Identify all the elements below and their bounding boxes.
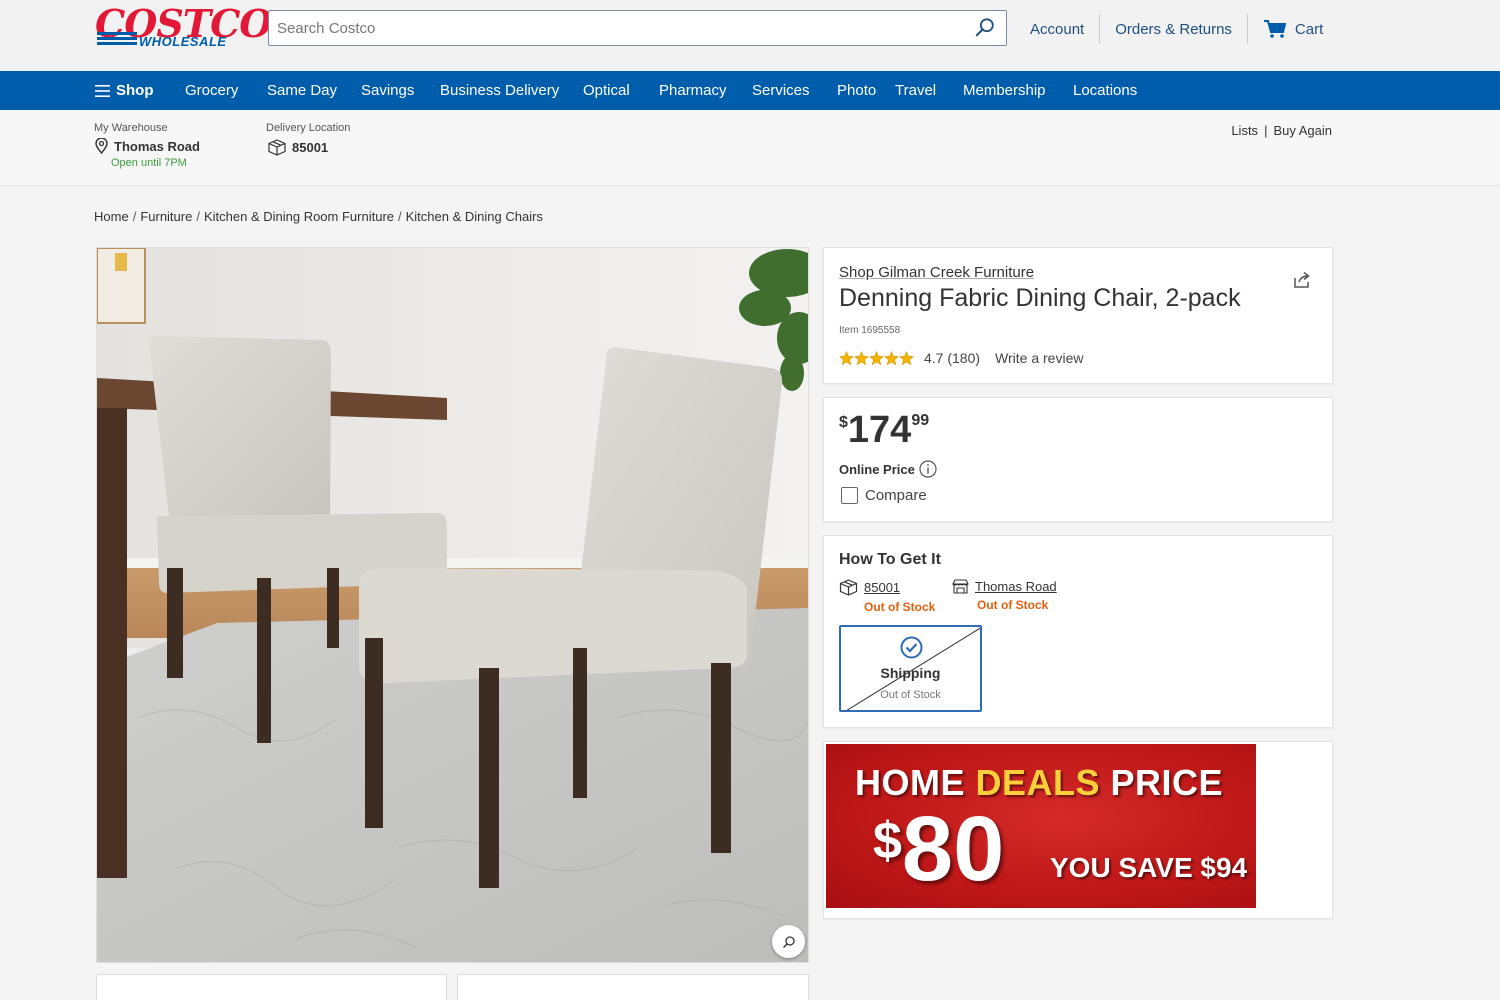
- product-rating[interactable]: 4.7 (180) Write a review: [839, 350, 1083, 366]
- account-link[interactable]: Account: [1030, 21, 1084, 38]
- cart-icon: [1263, 20, 1287, 38]
- breadcrumb-furniture[interactable]: Furniture: [140, 209, 192, 224]
- nav-item-membership[interactable]: Membership: [963, 82, 1046, 99]
- online-price-label: Online Price: [839, 460, 937, 478]
- warehouse-selector[interactable]: Thomas Road: [95, 138, 200, 154]
- breadcrumb-home[interactable]: Home: [94, 209, 129, 224]
- shipping-title: Shipping: [880, 665, 941, 681]
- promo-savings: YOU SAVE $94: [1050, 852, 1248, 883]
- warehouse-name: Thomas Road: [114, 138, 200, 154]
- box-icon: [839, 579, 858, 596]
- search-bar: [268, 10, 1007, 46]
- cart-label: Cart: [1294, 20, 1324, 38]
- stock-status: Out of Stock: [864, 600, 936, 614]
- share-icon[interactable]: [1292, 270, 1312, 290]
- fulfillment-heading: How To Get It: [839, 551, 941, 568]
- price-card: $ 174 99 Online Price Compare: [823, 397, 1333, 522]
- item-number: Item 1695558: [839, 325, 901, 336]
- dining-chairs-photo: [97, 248, 808, 962]
- compare-checkbox[interactable]: Compare: [841, 487, 927, 504]
- magnifier-icon: [782, 935, 795, 948]
- promo-price: $ 80: [873, 798, 1005, 900]
- header-links: Account Orders & Returns Cart: [1030, 14, 1323, 44]
- fulfillment-card: How To Get It 85001 Out of Stock Thomas …: [823, 535, 1333, 728]
- search-icon[interactable]: [974, 17, 996, 39]
- breadcrumb: Home / Furniture / Kitchen & Dining Room Fur…: [94, 209, 543, 224]
- breadcrumb-kitchen-dining-furniture[interactable]: Kitchen & Dining Room Furniture: [204, 209, 394, 224]
- divider: |: [1264, 123, 1268, 138]
- product-info-card: Shop Gilman Creek Furniture Denning Fabr…: [823, 247, 1333, 384]
- product-main-image[interactable]: [96, 247, 809, 963]
- divider: [1099, 14, 1101, 44]
- stock-status: Out of Stock: [977, 598, 1049, 612]
- delivery-zip: 85001: [292, 140, 329, 155]
- product-thumbnail[interactable]: [457, 974, 809, 1000]
- delivery-option[interactable]: 85001 Out of Stock: [839, 579, 935, 614]
- hamburger-icon: [95, 84, 110, 97]
- location-bar: My Warehouse Thomas Road Open until 7PM …: [0, 110, 1500, 186]
- warehouse-hours: Open until 7PM: [111, 157, 187, 169]
- orders-returns-link[interactable]: Orders & Returns: [1115, 21, 1232, 38]
- write-review-link[interactable]: Write a review: [995, 350, 1083, 366]
- cart-link[interactable]: Cart: [1263, 19, 1323, 39]
- costco-logo[interactable]: COSTCO WHOLESALE: [95, 1, 272, 49]
- warehouse-option[interactable]: Thomas Road Out of Stock: [952, 579, 1057, 612]
- breadcrumb-kitchen-dining-chairs[interactable]: Kitchen & Dining Chairs: [406, 209, 543, 224]
- nav-item-optical[interactable]: Optical: [583, 82, 630, 99]
- nav-item-travel[interactable]: Travel: [895, 82, 936, 99]
- nav-item-savings[interactable]: Savings: [361, 82, 414, 99]
- nav-item-same-day[interactable]: Same Day: [267, 82, 337, 99]
- search-input[interactable]: [277, 17, 967, 39]
- nav-item-locations[interactable]: Locations: [1073, 82, 1137, 99]
- promo-card: HOME DEALS PRICE $ 80 YOU SAVE $94: [823, 741, 1333, 919]
- warehouse-link[interactable]: Thomas Road: [975, 579, 1057, 594]
- compare-label: Compare: [865, 487, 927, 504]
- buy-again-link[interactable]: Buy Again: [1273, 123, 1332, 138]
- location-pin-icon: [95, 138, 108, 154]
- nav-item-photo[interactable]: Photo: [837, 82, 876, 99]
- nav-item-grocery[interactable]: Grocery: [185, 82, 238, 99]
- shipping-status: Out of Stock: [880, 689, 941, 701]
- delivery-label: Delivery Location: [266, 122, 351, 134]
- warehouse-label: My Warehouse: [94, 122, 168, 134]
- box-icon: [268, 139, 286, 156]
- main-navigation: Shop Grocery Same Day Savings Business D…: [0, 71, 1500, 110]
- nav-item-pharmacy[interactable]: Pharmacy: [659, 82, 727, 99]
- checkbox[interactable]: [841, 487, 858, 504]
- star-rating-icon: [839, 350, 915, 365]
- site-header: COSTCO WHOLESALE Account Orders & Return…: [0, 0, 1500, 71]
- delivery-zip-link[interactable]: 85001: [864, 580, 900, 595]
- delivery-location-selector[interactable]: 85001: [268, 139, 328, 156]
- rating-text: 4.7 (180): [924, 350, 981, 366]
- product-title: Denning Fabric Dining Chair, 2-pack: [839, 284, 1241, 312]
- lists-links: Lists | Buy Again: [1231, 123, 1332, 138]
- lists-link[interactable]: Lists: [1231, 123, 1258, 138]
- nav-shop-label: Shop: [116, 82, 154, 99]
- home-deals-banner[interactable]: HOME DEALS PRICE $ 80 YOU SAVE $94: [826, 744, 1256, 908]
- shipping-option-tile[interactable]: Shipping Out of Stock: [839, 625, 982, 712]
- product-thumbnail[interactable]: [96, 974, 447, 1000]
- product-price: $ 174 99: [839, 409, 930, 451]
- brand-link[interactable]: Shop Gilman Creek Furniture: [839, 264, 1034, 281]
- divider: [1246, 14, 1248, 44]
- nav-item-services[interactable]: Services: [752, 82, 810, 99]
- nav-item-business-delivery[interactable]: Business Delivery: [440, 82, 559, 99]
- check-circle-icon: [900, 636, 923, 659]
- nav-shop-menu[interactable]: Shop: [95, 82, 154, 99]
- info-icon[interactable]: [919, 460, 937, 478]
- zoom-button[interactable]: [772, 925, 805, 958]
- store-icon: [952, 579, 969, 594]
